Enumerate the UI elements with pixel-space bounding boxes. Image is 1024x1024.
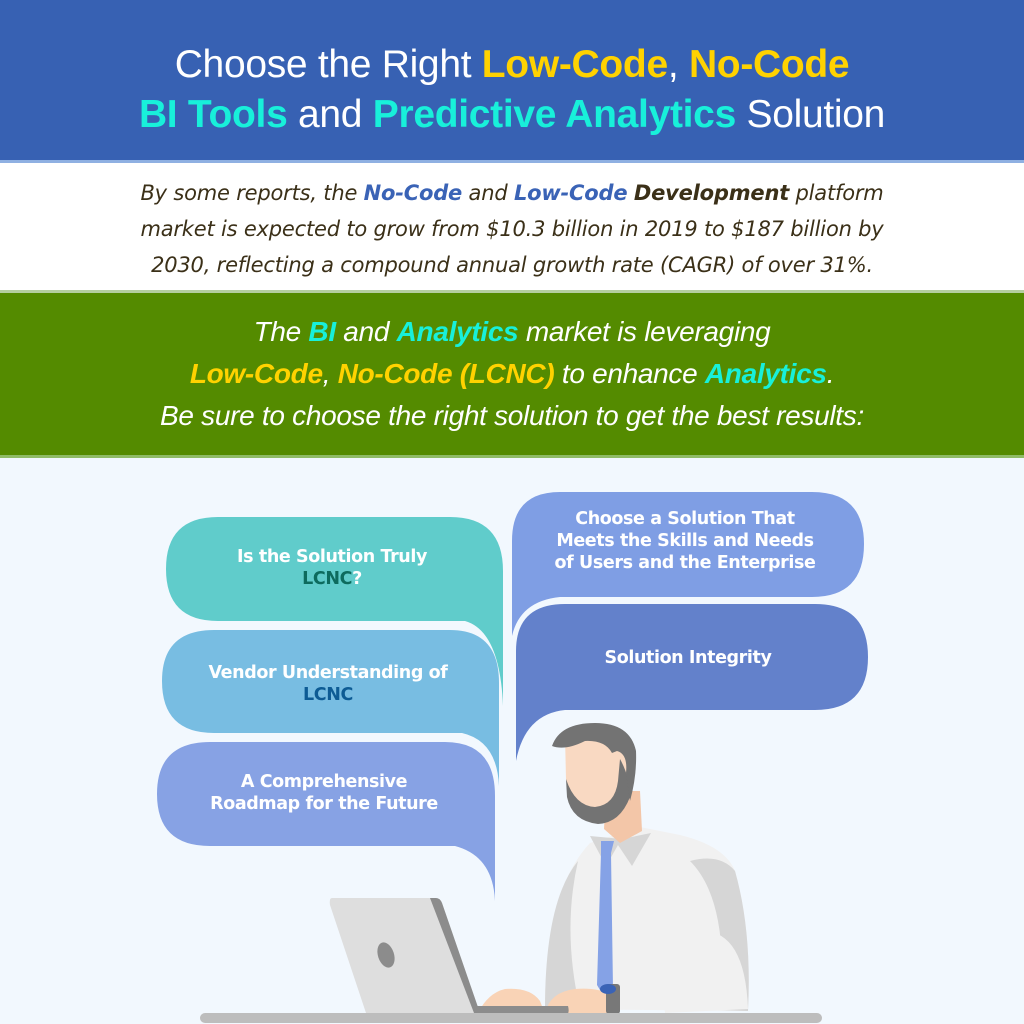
bubble-label: A Comprehensive — [240, 772, 408, 792]
bubble-skills-needs-text: Choose a Solution That Meets the Skills … — [520, 508, 850, 574]
lcnc-highlight-bi: BI — [308, 316, 336, 347]
bubble-roadmap-text: A Comprehensive Roadmap for the Future — [166, 771, 482, 815]
lcnc-text: , — [322, 358, 338, 389]
title-line-2: BI Tools and Predictive Analytics Soluti… — [0, 90, 1024, 140]
title-highlight-no-code: No-Code — [688, 43, 850, 86]
illustration-scene: Is the Solution Truly LCNC? Vendor Under… — [0, 461, 1024, 1024]
bubble-label: of Users and the Enterprise — [554, 553, 816, 573]
lcnc-text: and — [335, 316, 397, 347]
intro-line-3: 2030, reflecting a compound annual growt… — [151, 253, 873, 277]
bubble-roadmap — [157, 742, 495, 901]
title-highlight-predictive-analytics: Predictive Analytics — [372, 93, 737, 136]
title-separator: , — [667, 43, 689, 86]
bubble-label: Solution Integrity — [604, 648, 772, 668]
title-highlight-bi-tools: BI Tools — [138, 93, 288, 136]
lcnc-line-3: Be sure to choose the right solution to … — [160, 400, 864, 431]
man-typing-on-laptop-icon — [478, 723, 749, 1014]
lcnc-section: The BI and Analytics market is leveragin… — [0, 293, 1024, 458]
intro-text: platform — [789, 181, 884, 205]
intro-text: and — [462, 181, 514, 205]
lcnc-highlight-no-code: No-Code (LCNC) — [337, 358, 555, 389]
bubble-label: Meets the Skills and Needs — [556, 531, 814, 551]
bubble-label: Roadmap for the Future — [210, 794, 438, 814]
bubble-label: Is the Solution Truly — [237, 547, 427, 567]
title-text: Choose the Right — [174, 43, 482, 86]
intro-line-2: market is expected to grow from $10.3 bi… — [140, 217, 884, 241]
intro-highlight-low-code: Low-Code — [513, 181, 628, 205]
bubble-label: Vendor Understanding of — [208, 663, 448, 683]
illustration-svg — [157, 492, 868, 1023]
lcnc-highlight-analytics-2: Analytics — [704, 358, 827, 389]
title-line-1: Choose the Right Low-Code, No-Code — [0, 0, 1024, 90]
bubble-accent-lcnc: LCNC — [303, 685, 353, 705]
lcnc-paragraph: The BI and Analytics market is leveragin… — [0, 293, 1024, 437]
title-highlight-low-code: Low-Code — [481, 43, 668, 86]
bubble-label: Choose a Solution That — [575, 509, 795, 529]
title-text: Solution — [735, 93, 886, 136]
bubble-solution-integrity-text: Solution Integrity — [520, 647, 856, 669]
lcnc-highlight-analytics: Analytics — [396, 316, 519, 347]
lcnc-text: market is leveraging — [518, 316, 771, 347]
bubble-lcnc-truly-text: Is the Solution Truly LCNC? — [176, 546, 488, 590]
header-banner: Choose the Right Low-Code, No-Code BI To… — [0, 0, 1024, 163]
intro-text: By some reports, the — [140, 181, 364, 205]
intro-highlight-development: Development — [633, 181, 790, 205]
watch-face-icon — [600, 984, 616, 994]
bubble-label-tail: ? — [352, 569, 362, 589]
lcnc-text: to enhance — [554, 358, 705, 389]
intro-paragraph: By some reports, the No-Code and Low-Cod… — [0, 163, 1024, 283]
bubble-vendor-understanding-text: Vendor Understanding of LCNC — [170, 662, 486, 706]
intro-section: By some reports, the No-Code and Low-Cod… — [0, 163, 1024, 293]
title-text: and — [287, 93, 373, 136]
intro-highlight-no-code: No-Code — [363, 181, 463, 205]
bubble-accent-lcnc: LCNC — [302, 569, 353, 589]
desk-icon — [200, 1013, 822, 1023]
lcnc-text: . — [826, 358, 835, 389]
lcnc-highlight-low-code: Low-Code — [189, 358, 323, 389]
lcnc-text: The — [253, 316, 309, 347]
